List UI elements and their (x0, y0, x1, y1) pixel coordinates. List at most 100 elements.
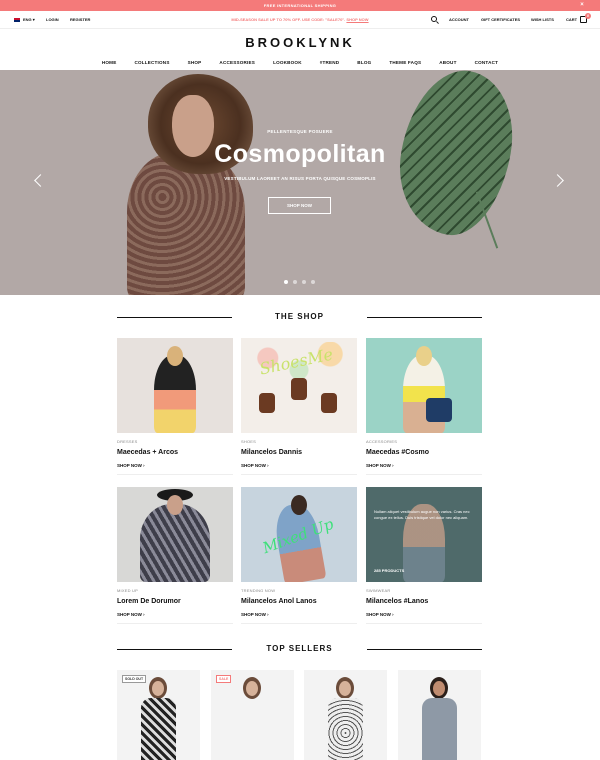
slider-dot[interactable] (302, 280, 306, 284)
tile-divider (117, 623, 233, 624)
divider (367, 649, 482, 650)
model-figure (140, 504, 210, 582)
account-link[interactable]: ACCOUNT (449, 11, 469, 29)
nav-item-trend[interactable]: #TREND (311, 57, 349, 69)
hero-model-image (127, 152, 245, 295)
tile-shop-now-link[interactable]: SHOP NOW › (241, 463, 269, 468)
nav-item-about[interactable]: ABOUT (430, 57, 465, 69)
product-card[interactable] (304, 670, 387, 760)
tile-category: MIXED UP (117, 588, 138, 593)
promo-banner[interactable]: MID-SEASON SALE UP TO 70% OFF. USE CODE:… (224, 11, 376, 29)
gift-certificates-link[interactable]: GIFT CERTIFICATES (481, 11, 520, 29)
shop-tile-image[interactable] (117, 487, 233, 582)
search-icon[interactable] (431, 16, 437, 22)
tile-title[interactable]: Milancelos Anol Lanos (241, 598, 317, 605)
product-image (235, 698, 270, 760)
site-logo[interactable]: BROOKLYNK (200, 35, 400, 50)
tile-title[interactable]: Lorem De Dorumor (117, 598, 181, 605)
sold-out-badge: SOLD OUT (122, 675, 147, 683)
slider-dot[interactable] (311, 280, 315, 284)
tile-divider (366, 623, 482, 624)
shop-tile-image[interactable]: ShoesMe (241, 338, 357, 433)
tile-divider (241, 623, 357, 624)
model-face (246, 681, 258, 696)
tile-shop-now-link[interactable]: SHOP NOW › (366, 612, 394, 617)
shoe-image (321, 393, 337, 413)
nav-item-accessories[interactable]: ACCESSORIES (210, 57, 264, 69)
product-count: 285 PRODUCTS (374, 568, 405, 573)
tile-shop-now-link[interactable]: SHOP NOW › (241, 612, 269, 617)
tile-shop-now-link[interactable]: SHOP NOW › (117, 612, 145, 617)
tile-shop-now-link[interactable]: SHOP NOW › (117, 463, 145, 468)
shop-tile-image[interactable] (366, 338, 482, 433)
shop-tile-image[interactable]: Nullam aliquet vestibulum augue non vari… (366, 487, 482, 582)
model-face (152, 681, 164, 696)
top-sellers-heading: TOP SELLERS (117, 643, 482, 655)
promo-shop-now-link[interactable]: SHOP NOW (346, 17, 368, 22)
product-card[interactable]: SOLD OUT (117, 670, 200, 760)
hero-subtitle: VESTIBULUM LAOREET AN RISUS PORTA QUISQU… (224, 176, 376, 181)
nav-item-home[interactable]: HOME (93, 57, 126, 69)
hero-slider: PELLENTESQUE POSUERE Cosmopolitan VESTIB… (0, 70, 600, 295)
model-head (416, 346, 432, 366)
announcement-text: FREE INTERNATIONAL SHIPPING (263, 3, 337, 8)
product-card[interactable]: SALE (211, 670, 294, 760)
announcement-bar: FREE INTERNATIONAL SHIPPING × (0, 0, 600, 11)
flag-icon (14, 17, 20, 22)
shop-section-heading: THE SHOP (117, 311, 482, 323)
product-card[interactable] (398, 670, 481, 760)
cart-link[interactable]: CART (566, 11, 577, 29)
model-figure (154, 355, 196, 433)
model-head (167, 495, 183, 515)
main-nav: HOME COLLECTIONS SHOP ACCESSORIES LOOKBO… (0, 57, 600, 69)
slider-dot[interactable] (284, 280, 288, 284)
nav-item-contact[interactable]: CONTACT (466, 57, 508, 69)
shop-tile-image[interactable] (117, 338, 233, 433)
utility-bar: ENG ▾ LOGIN REGISTER MID-SEASON SALE UP … (0, 11, 600, 29)
tile-category: TRENDING NOW (241, 588, 276, 593)
tile-category: ACCESSORIES (366, 439, 398, 444)
model-face (433, 681, 445, 696)
tile-title[interactable]: Milancelos #Lanos (366, 598, 428, 605)
register-link[interactable]: REGISTER (70, 11, 90, 29)
nav-item-blog[interactable]: BLOG (348, 57, 380, 69)
tile-title[interactable]: Maecedas #Cosmo (366, 449, 429, 456)
model-head (291, 495, 307, 515)
chevron-right-icon[interactable] (551, 174, 564, 187)
close-icon[interactable]: × (580, 0, 584, 11)
nav-item-collections[interactable]: COLLECTIONS (125, 57, 178, 69)
sale-badge: SALE (216, 675, 232, 683)
hero-eyebrow: PELLENTESQUE POSUERE (267, 129, 333, 134)
cart-count-badge: 0 (585, 13, 591, 19)
shoe-image (291, 378, 307, 400)
slider-dots (284, 280, 315, 284)
product-image (328, 698, 363, 760)
tile-divider (241, 474, 357, 475)
wish-lists-link[interactable]: WISH LISTS (531, 11, 554, 29)
handbag-image (426, 398, 452, 422)
tile-category: SWIMWEAR (366, 588, 391, 593)
tile-title[interactable]: Maecedas + Arcos (117, 449, 178, 456)
nav-item-theme-faqs[interactable]: THEME FAQS (380, 57, 430, 69)
hero-shop-now-button[interactable]: SHOP NOW (268, 197, 331, 214)
tile-shop-now-link[interactable]: SHOP NOW › (366, 463, 394, 468)
product-image (422, 698, 457, 760)
slider-dot[interactable] (293, 280, 297, 284)
hero-title: Cosmopolitan (214, 140, 386, 168)
language-selector[interactable]: ENG ▾ (14, 11, 35, 29)
login-link[interactable]: LOGIN (46, 11, 59, 29)
tile-title[interactable]: Milancelos Dannis (241, 449, 302, 456)
model-head (167, 346, 183, 366)
tile-overlay-text: Nullam aliquet vestibulum augue non vari… (374, 509, 470, 520)
shoe-image (259, 393, 275, 413)
nav-item-lookbook[interactable]: LOOKBOOK (264, 57, 311, 69)
tile-category: DRESSES (117, 439, 138, 444)
tile-divider (117, 474, 233, 475)
nav-item-shop[interactable]: SHOP (179, 57, 211, 69)
tile-category: SHOES (241, 439, 257, 444)
tile-divider (366, 474, 482, 475)
shop-tile-image[interactable]: Mixed Up (241, 487, 357, 582)
chevron-left-icon[interactable] (34, 174, 47, 187)
product-image (141, 698, 176, 760)
model-face (339, 681, 351, 696)
